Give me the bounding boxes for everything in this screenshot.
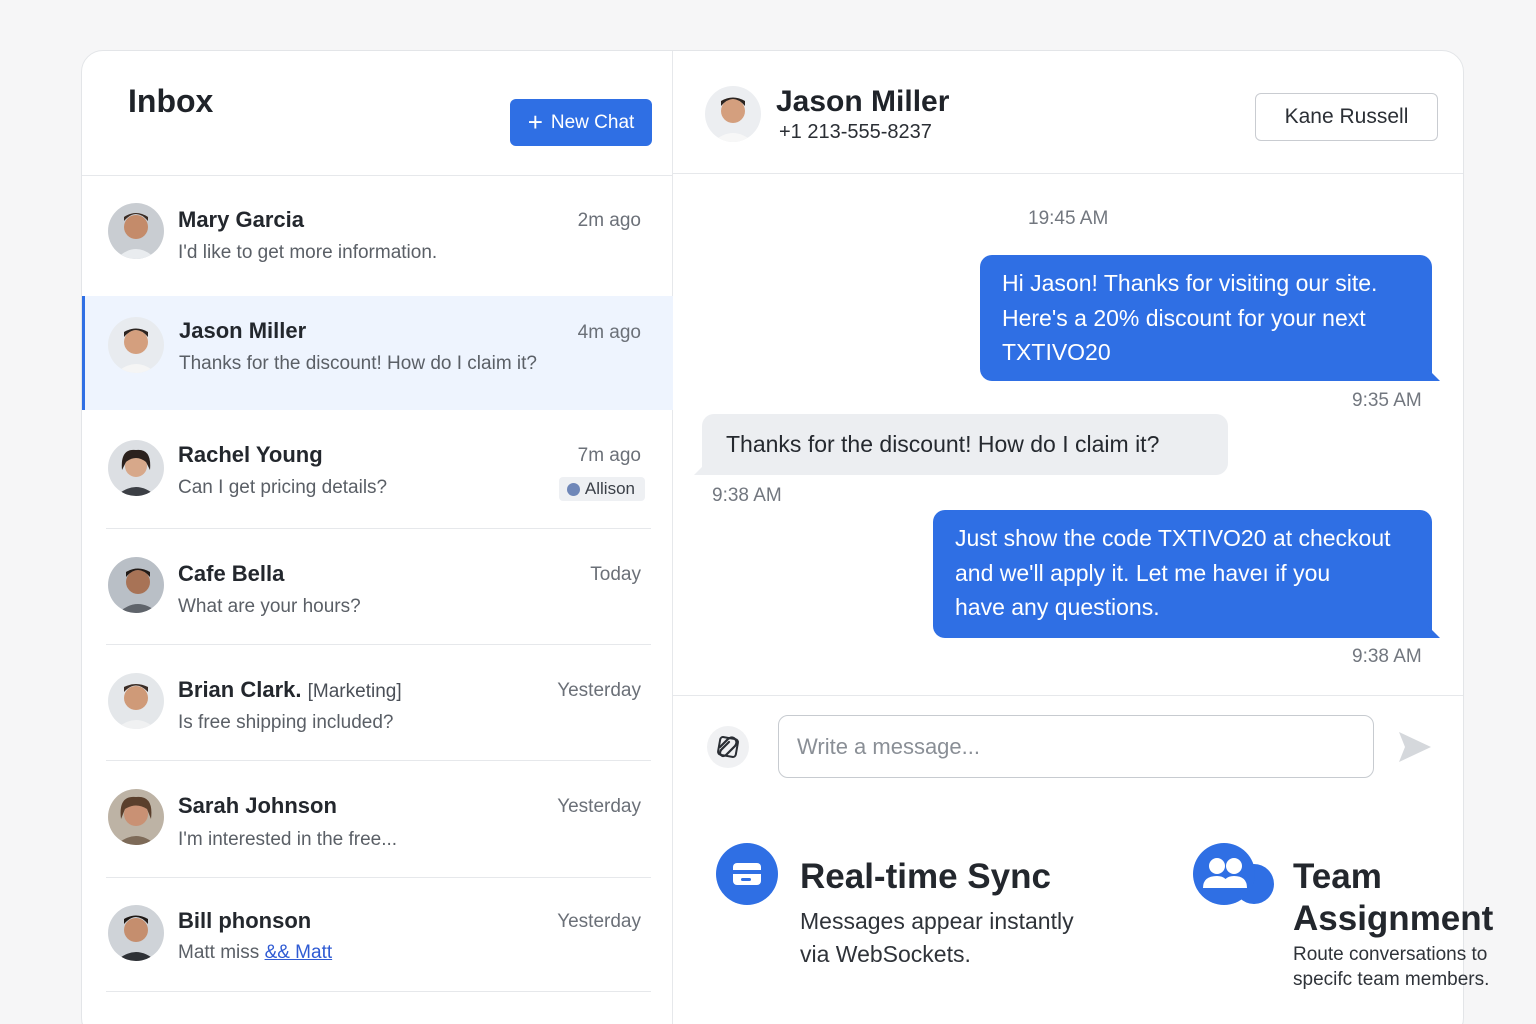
new-chat-button[interactable]: + New Chat xyxy=(510,99,652,146)
new-chat-label: New Chat xyxy=(550,111,635,133)
plus-icon: + xyxy=(527,106,543,137)
avatar xyxy=(108,440,164,496)
conversation-preview: What are your hours? xyxy=(178,596,361,617)
conversation-name-text: Brian Clark. xyxy=(178,677,302,702)
message-line: and we'll apply it. Let me haveı if you xyxy=(955,559,1331,586)
conversation-time: Yesterday xyxy=(557,911,641,932)
assigned-agent-button[interactable]: Kane Russell xyxy=(1255,93,1438,141)
avatar xyxy=(108,317,164,373)
conversation-name: Mary Garcia xyxy=(178,207,304,232)
conversation-item[interactable] xyxy=(82,992,673,1024)
preview-text: Matt miss xyxy=(178,942,260,963)
message-line: Hi Jason! Thanks for visiting our site. xyxy=(1002,270,1378,296)
message-time: 9:38 AM xyxy=(712,485,782,506)
message-line: TXTIVO20 xyxy=(1002,339,1111,365)
conversation-preview: Is free shipping included? xyxy=(178,712,394,733)
feature-title-line: Assignment xyxy=(1293,899,1494,938)
conversation-item[interactable]: Cafe Bella Today What are your hours? xyxy=(82,529,673,645)
message-line: Here's a 20% discount for your next xyxy=(1002,304,1366,331)
feature-desc-line: via WebSockets. xyxy=(800,941,971,967)
inbox-header: Inbox + New Chat xyxy=(82,51,672,176)
message-composer xyxy=(673,695,1463,799)
user-icon xyxy=(566,482,580,496)
conversation-item[interactable]: Mary Garcia 2m ago I'd like to get more … xyxy=(82,177,673,296)
contact-avatar xyxy=(705,86,761,142)
message-line: Thanks for the discount! How do I claim … xyxy=(726,431,1160,457)
feature-title: Real-time Sync xyxy=(800,857,1051,896)
conversation-time: Yesterday xyxy=(557,796,641,817)
feature-title: Team Assignment xyxy=(1293,856,1493,940)
avatar xyxy=(108,203,164,259)
conversation-name: Brian Clark. [Marketing] xyxy=(178,677,402,703)
avatar xyxy=(108,673,164,729)
conversation-item[interactable]: Rachel Young 7m ago Can I get pricing de… xyxy=(82,410,673,529)
conversation-preview: I'd like to get more information. xyxy=(178,242,438,263)
conversation-time: Today xyxy=(590,564,641,585)
top-timestamp: 19:45 AM xyxy=(1028,208,1109,229)
feature-desc-line: Messages appear instantly xyxy=(800,908,1074,934)
outgoing-message: Hi Jason! Thanks for visiting our site. … xyxy=(980,255,1440,381)
message-line: Just show the code TXTIVO20 at checkout xyxy=(955,525,1391,551)
conversation-time: Yesterday xyxy=(557,680,641,701)
avatar xyxy=(108,905,164,961)
conversation-preview: Matt miss && Matt xyxy=(178,942,332,964)
feature-description: Messages appear instantly via WebSockets… xyxy=(800,905,1074,971)
conversation-preview: Can I get pricing details? xyxy=(178,477,388,498)
conversation-name: Bill phonson xyxy=(178,908,312,933)
assignee-name: Allison xyxy=(584,479,635,498)
conversation-time: 4m ago xyxy=(577,322,641,343)
conversation-item[interactable]: Brian Clark. [Marketing] Yesterday Is fr… xyxy=(82,645,673,761)
chat-panel: Jason Miller +1 213-555-8237 Kane Russel… xyxy=(673,51,1463,799)
feature-title-line: Team xyxy=(1293,857,1382,896)
conversation-name: Sarah Johnson xyxy=(178,793,337,818)
inbox-panel: Inbox + New Chat Mary Garcia 2m ago I'd … xyxy=(82,51,673,1024)
conversation-name: Jason Miller xyxy=(179,318,307,343)
message-line: have any questions. xyxy=(955,594,1160,620)
assignee-badge: Allison xyxy=(558,477,645,501)
contact-name: Jason Miller xyxy=(776,85,950,118)
attach-button[interactable] xyxy=(707,726,749,768)
conversation-name: Cafe Bella xyxy=(178,561,285,586)
feature-desc-line: specifc team members. xyxy=(1293,969,1490,990)
conversation-preview: Thanks for the discount! How do I claim … xyxy=(179,353,537,374)
conversation-item[interactable]: Bill phonson Yesterday Matt miss && Matt xyxy=(82,878,673,992)
conversation-preview: I'm interested in the free... xyxy=(178,829,398,850)
message-time: 9:38 AM xyxy=(1352,646,1422,667)
incoming-message: Thanks for the discount! How do I claim … xyxy=(694,414,1228,475)
feature-desc-line: Route conversations to xyxy=(1293,944,1488,965)
message-input[interactable] xyxy=(778,715,1374,778)
paperclip-icon xyxy=(717,736,739,758)
preview-link[interactable]: && Matt xyxy=(265,942,333,963)
conversation-time: 2m ago xyxy=(577,210,641,231)
conversation-tag: [Marketing] xyxy=(307,681,402,702)
avatar xyxy=(108,557,164,613)
send-button[interactable] xyxy=(1395,729,1435,765)
users-icon xyxy=(1192,842,1278,906)
message-time: 9:35 AM xyxy=(1352,390,1422,411)
conversation-name: Rachel Young xyxy=(178,442,323,467)
conversation-time: 7m ago xyxy=(577,445,641,466)
send-arrow-icon xyxy=(1399,732,1431,762)
avatar xyxy=(108,789,164,845)
conversation-item[interactable]: Sarah Johnson Yesterday I'm interested i… xyxy=(82,761,673,878)
conversation-item-active[interactable]: Jason Miller 4m ago Thanks for the disco… xyxy=(82,296,673,410)
outgoing-message: Just show the code TXTIVO20 at checkout … xyxy=(933,510,1440,638)
message-card-icon xyxy=(715,842,779,906)
page-title: Inbox xyxy=(128,83,214,119)
contact-phone: +1 213-555-8237 xyxy=(779,121,932,143)
chat-header: Jason Miller +1 213-555-8237 Kane Russel… xyxy=(673,51,1463,174)
feature-description: Route conversations to specifc team memb… xyxy=(1293,942,1489,992)
